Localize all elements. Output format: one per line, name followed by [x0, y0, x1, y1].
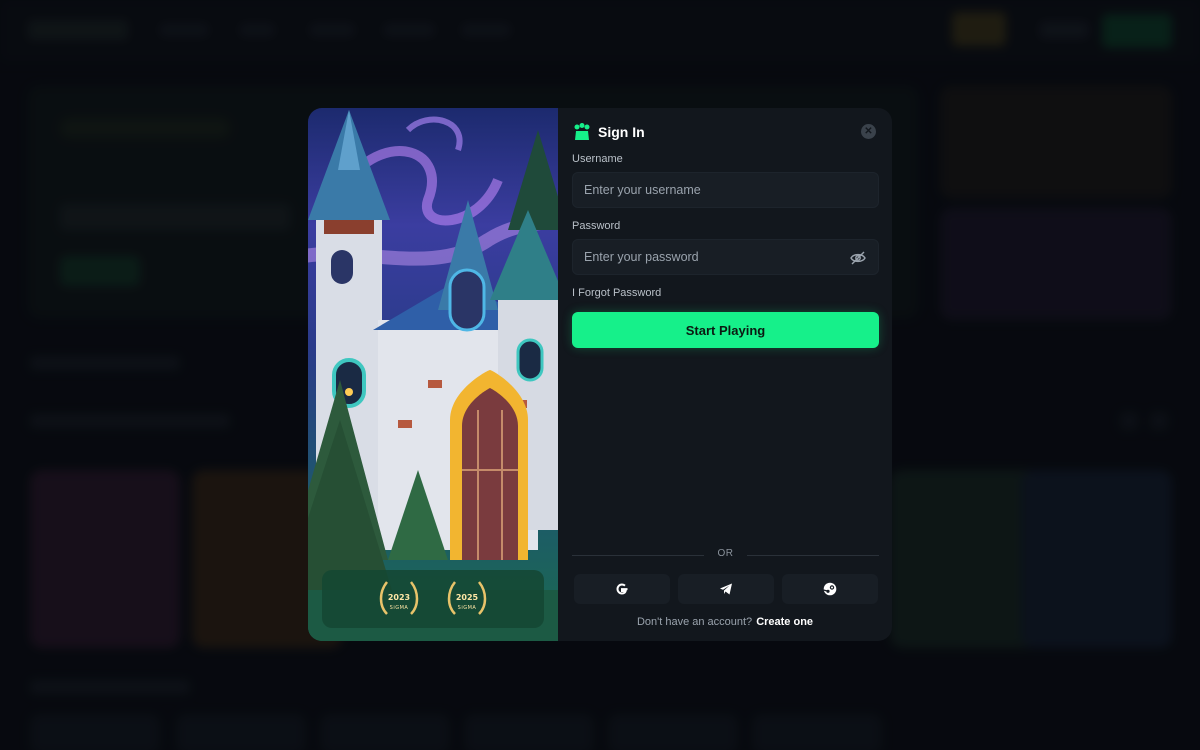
brand-logo-icon [574, 123, 590, 140]
steam-icon [823, 582, 837, 596]
username-field-wrapper [572, 172, 879, 208]
modal-header: Sign In [572, 122, 645, 142]
modal-title: Sign In [598, 124, 645, 140]
award-org: SiGMA [457, 605, 477, 611]
steam-signin-button[interactable] [782, 574, 878, 604]
castle-art [308, 110, 558, 641]
signup-prompt: Don't have an account? Create one [558, 616, 892, 628]
award-year: 2023 [387, 593, 411, 602]
close-button[interactable]: ✕ [861, 124, 876, 139]
or-label: OR [717, 548, 734, 559]
divider-line [747, 555, 879, 556]
start-playing-button[interactable]: Start Playing [572, 312, 879, 348]
or-divider: OR [572, 548, 879, 562]
password-label: Password [572, 220, 621, 232]
award-badge: 2025 SiGMA [443, 576, 491, 622]
castle-illustration: 2023 SiGMA 2025 SiGMA [308, 108, 558, 641]
google-signin-button[interactable] [574, 574, 670, 604]
username-input[interactable] [573, 173, 878, 207]
award-org: SiGMA [389, 605, 409, 611]
award-badge: 2023 SiGMA [375, 576, 423, 622]
google-icon [616, 583, 628, 595]
password-input[interactable] [573, 240, 878, 274]
telegram-signin-button[interactable] [678, 574, 774, 604]
username-label: Username [572, 153, 623, 165]
signin-form: Sign In ✕ Username Password I Forgot Pas… [558, 108, 892, 641]
forgot-password-link[interactable]: I Forgot Password [572, 287, 661, 299]
create-account-link[interactable]: Create one [756, 616, 813, 628]
telegram-icon [720, 583, 732, 595]
signup-prompt-text: Don't have an account? [636, 616, 753, 628]
awards-banner: 2023 SiGMA 2025 SiGMA [322, 570, 544, 628]
close-icon: ✕ [864, 125, 873, 137]
award-year: 2025 [455, 593, 479, 602]
signin-modal: 2023 SiGMA 2025 SiGMA Sign In ✕ Username… [308, 108, 892, 641]
password-field-wrapper [572, 239, 879, 275]
eye-off-icon[interactable] [850, 251, 866, 265]
